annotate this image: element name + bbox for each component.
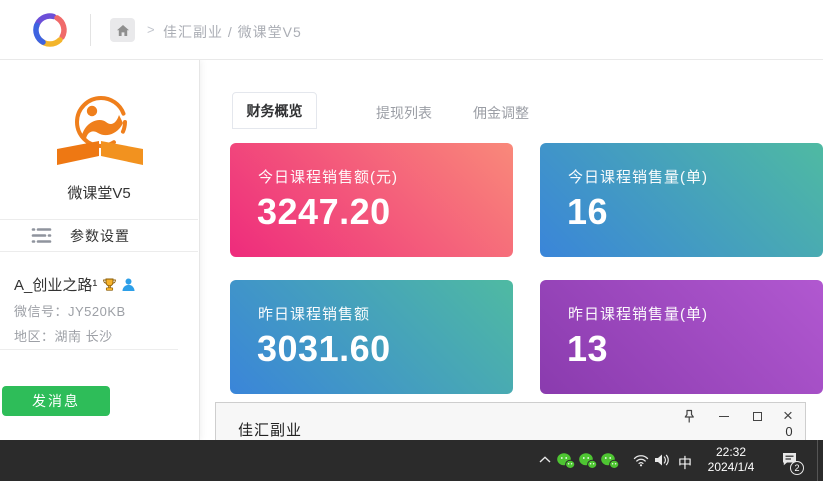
member-person-icon <box>122 278 135 292</box>
stat-card-label: 今日课程销售量(单) <box>568 166 708 187</box>
settings-list-icon <box>31 227 52 244</box>
tray-chevron-up-icon[interactable] <box>539 456 551 463</box>
notification-count-badge: 2 <box>790 461 804 475</box>
user-name: A_创业之路¹ <box>14 274 97 295</box>
stat-card-value: 3247.20 <box>257 191 391 233</box>
pin-button[interactable] <box>680 407 698 425</box>
stat-card-value: 16 <box>567 191 608 233</box>
trophy-icon <box>102 277 117 292</box>
sidebar-item-settings[interactable]: 参数设置 <box>0 219 198 252</box>
app-swirl-logo-icon[interactable] <box>28 8 72 52</box>
stat-card-yesterday-volume: 昨日课程销售量(单) 13 <box>540 280 823 394</box>
breadcrumb[interactable]: 佳汇副业 / 微课堂V5 <box>163 22 302 42</box>
window-title: 佳汇副业 <box>238 419 302 440</box>
wechat-tray-icon[interactable] <box>557 453 575 469</box>
send-message-button[interactable]: 发消息 <box>2 386 110 416</box>
window-counter: 0 <box>781 424 797 439</box>
wifi-icon[interactable] <box>633 454 649 467</box>
wechat-tray-icon[interactable] <box>579 453 597 469</box>
tab-withdrawal-list[interactable]: 提现列表 <box>376 103 432 123</box>
sidebar-item-label: 参数设置 <box>70 226 130 246</box>
breadcrumb-chevron-icon: > <box>147 22 155 37</box>
user-info: A_创业之路¹ 微信号：JY520KB 地区：湖南 长沙 <box>14 274 194 345</box>
clock-time: 22:32 <box>700 445 762 460</box>
ime-indicator[interactable]: 中 <box>678 453 692 473</box>
stat-card-label: 昨日课程销售量(单) <box>568 303 708 324</box>
home-button[interactable] <box>110 18 135 42</box>
tab-finance-overview[interactable]: 财务概览 <box>232 92 317 129</box>
clock-date: 2024/1/4 <box>700 460 762 475</box>
stat-card-label: 昨日课程销售额 <box>258 303 370 324</box>
stat-card-label: 今日课程销售额(元) <box>258 166 398 187</box>
tab-commission-adjust[interactable]: 佣金调整 <box>473 103 529 123</box>
sidebar: 微课堂V5 参数设置 A_创业之路¹ 微信号： <box>0 60 200 440</box>
stat-card-value: 13 <box>567 328 608 370</box>
stat-card-value: 3031.60 <box>257 328 391 370</box>
minimize-button[interactable] <box>715 407 733 425</box>
home-icon <box>116 24 130 37</box>
show-desktop-separator[interactable] <box>817 440 818 481</box>
header-divider <box>90 14 91 46</box>
clock[interactable]: 22:32 2024/1/4 <box>700 445 762 475</box>
user-region: 地区：湖南 长沙 <box>14 326 194 345</box>
maximize-icon <box>753 412 762 421</box>
close-button[interactable]: × <box>779 407 797 425</box>
app-name: 微课堂V5 <box>0 182 198 203</box>
maximize-button[interactable] <box>748 407 766 425</box>
stat-card-yesterday-sales: 昨日课程销售额 3031.60 <box>230 280 513 394</box>
user-wechat-id: 微信号：JY520KB <box>14 301 194 320</box>
desktop-app-window[interactable]: 佳汇副业 × 0 <box>215 402 806 441</box>
stat-card-today-sales: 今日课程销售额(元) 3247.20 <box>230 143 513 257</box>
pushpin-icon <box>682 409 696 424</box>
speaker-icon[interactable] <box>654 453 670 467</box>
school-logo-icon <box>56 92 144 168</box>
sidebar-divider <box>0 349 178 350</box>
wechat-tray-icon[interactable] <box>601 453 619 469</box>
minimize-icon <box>719 416 729 417</box>
stat-card-today-volume: 今日课程销售量(单) 16 <box>540 143 823 257</box>
windows-taskbar: 中 22:32 2024/1/4 2 <box>0 440 823 481</box>
top-header: > 佳汇副业 / 微课堂V5 <box>0 0 823 60</box>
